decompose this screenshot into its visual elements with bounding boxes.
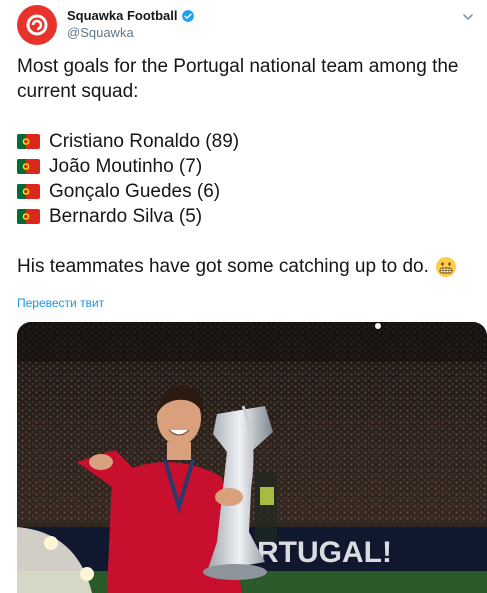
- tweet-photo[interactable]: RTUGAL!: [17, 322, 487, 593]
- list-item: João Moutinho (7): [17, 154, 477, 179]
- portugal-flag-icon: [17, 209, 40, 224]
- squawka-logo-icon: [26, 14, 48, 36]
- portugal-flag-icon: [17, 134, 40, 149]
- list-item: Bernardo Silva (5): [17, 204, 477, 229]
- author-display-name[interactable]: Squawka Football: [67, 8, 178, 23]
- player-name: João Moutinho (7): [49, 156, 203, 177]
- author-handle[interactable]: @Squawka: [67, 25, 195, 40]
- trophy-celebration-photo: RTUGAL!: [17, 322, 487, 593]
- player-name: Gonçalo Guedes (6): [49, 181, 221, 202]
- verified-badge-icon: [181, 9, 194, 22]
- grimacing-face-icon: [435, 256, 456, 277]
- portugal-flag-icon: [17, 159, 40, 174]
- chevron-down-icon[interactable]: [461, 10, 475, 24]
- tweet-text: Most goals for the Portugal national tea…: [17, 54, 477, 279]
- list-item: Cristiano Ronaldo (89): [17, 129, 477, 154]
- avatar[interactable]: [17, 5, 57, 45]
- tweet-outro-row: His teammates have got some catching up …: [17, 254, 477, 279]
- tweet-outro: His teammates have got some catching up …: [17, 256, 429, 277]
- tweet-intro: Most goals for the Portugal national tea…: [17, 56, 459, 102]
- list-item: Gonçalo Guedes (6): [17, 179, 477, 204]
- translate-tweet-link[interactable]: Перевести твит: [17, 296, 104, 310]
- tweet-card: Squawka Football @Squawka Most goals for…: [0, 0, 487, 593]
- banner-text: RTUGAL!: [257, 536, 392, 569]
- player-name: Bernardo Silva (5): [49, 206, 203, 227]
- player-list: Cristiano Ronaldo (89) João Moutinho (7)…: [17, 129, 477, 229]
- portugal-flag-icon: [17, 184, 40, 199]
- author-block: Squawka Football @Squawka: [67, 8, 195, 40]
- player-name: Cristiano Ronaldo (89): [49, 131, 240, 152]
